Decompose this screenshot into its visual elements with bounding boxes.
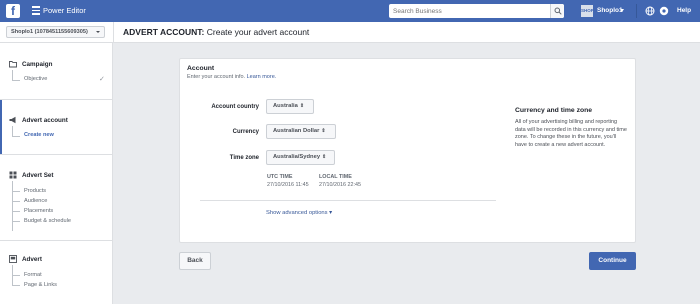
currency-select[interactable]: Australian Dollar ⇕: [266, 124, 336, 139]
sidebar-item-placements[interactable]: Placements: [24, 208, 53, 214]
sidebar-item-advert-set[interactable]: Advert Set: [9, 171, 54, 179]
sidebar-item-create-new[interactable]: Create new: [24, 132, 54, 138]
learn-more-link[interactable]: Learn more.: [247, 74, 277, 80]
account-select-label: Shoplo1 (1078451155609305): [11, 29, 88, 35]
tree-line: [12, 80, 20, 81]
tree-line: [12, 136, 20, 137]
sidebar-item-page-links[interactable]: Page & Links: [24, 282, 57, 288]
chevron-down-icon[interactable]: [620, 9, 624, 12]
chevron-down-icon: ▾: [327, 210, 333, 216]
sidebar-section-advert-account: Advert account Create new: [0, 100, 112, 155]
aside-text: All of your advertising billing and repo…: [515, 119, 627, 148]
divider: [200, 200, 496, 201]
search-input[interactable]: [389, 4, 550, 18]
globe-icon[interactable]: [645, 6, 655, 16]
sidebar-item-products[interactable]: Products: [24, 188, 46, 194]
show-advanced-options-label: Show advanced options: [266, 210, 328, 216]
local-time-heading: LOCAL TIME: [319, 174, 352, 180]
sidebar-item-format[interactable]: Format: [24, 272, 42, 278]
checkmark-icon: ✓: [99, 76, 105, 83]
time-zone-label: Time zone: [229, 155, 259, 161]
utc-time-value: 27/10/2016 11:45: [267, 182, 309, 188]
divider: [113, 22, 114, 43]
sidebar: Campaign Objective ✓ Advert account Crea…: [0, 43, 113, 304]
active-indicator: [0, 100, 2, 154]
facebook-logo-icon[interactable]: f: [6, 4, 20, 18]
tree-line: [12, 70, 13, 80]
utc-time-heading: UTC TIME: [267, 174, 293, 180]
aside-title: Currency and time zone: [515, 107, 593, 114]
page-title-rest: Create your advert account: [204, 27, 310, 37]
updown-arrow-icon: ⇕: [321, 128, 326, 134]
sidebar-section-campaign: Campaign Objective ✓: [0, 43, 112, 100]
updown-arrow-icon: ⇕: [322, 154, 327, 160]
sidebar-section-label: Advert account: [22, 116, 68, 124]
card-subtitle-text: Enter your account info.: [187, 74, 247, 80]
megaphone-icon: [9, 116, 16, 124]
sidebar-item-campaign[interactable]: Campaign: [9, 60, 52, 68]
show-advanced-options-link[interactable]: Show advanced options ▾: [266, 210, 332, 216]
folder-icon: [9, 61, 17, 68]
local-time-value: 27/10/2016 22:45: [319, 182, 361, 188]
account-avatar[interactable]: SHOP: [581, 5, 594, 17]
time-zone-value: Australia/Sydney: [273, 154, 321, 160]
divider: [636, 4, 637, 18]
help-link[interactable]: Help: [677, 7, 691, 14]
currency-label: Currency: [232, 129, 259, 135]
sidebar-item-advert[interactable]: Advert: [9, 255, 42, 263]
tree-line: [12, 181, 13, 231]
sidebar-section-label: Advert: [22, 255, 42, 263]
page-title-bold: ADVERT ACCOUNT:: [123, 27, 205, 37]
sidebar-section-advert: Advert Format Page & Links: [0, 241, 112, 304]
sidebar-item-budget-schedule[interactable]: Budget & schedule: [24, 218, 71, 224]
menu-icon[interactable]: [32, 6, 40, 15]
app-title[interactable]: Power Editor: [43, 6, 86, 15]
card-title: Account: [187, 65, 215, 72]
top-bar: f Power Editor SHOP Shoplo1 Help: [0, 0, 700, 22]
sidebar-section-label: Campaign: [22, 60, 53, 68]
chevron-down-icon: [96, 31, 100, 33]
search-button[interactable]: [550, 4, 564, 18]
account-select[interactable]: Shoplo1 (1078451155609305): [6, 26, 105, 38]
tree-line: [12, 221, 20, 222]
settings-icon[interactable]: [659, 6, 669, 16]
time-zone-select[interactable]: Australia/Sydney ⇕: [266, 150, 335, 165]
sidebar-item-advert-account[interactable]: Advert account: [9, 116, 68, 124]
grid-icon: [9, 171, 17, 179]
advert-icon: [9, 255, 17, 263]
updown-arrow-icon: ⇕: [299, 103, 305, 109]
tree-line: [12, 191, 20, 192]
tree-line: [12, 285, 20, 286]
sidebar-item-objective[interactable]: Objective: [24, 76, 47, 82]
sidebar-section-advert-set: Advert Set Products Audience Placements …: [0, 155, 112, 241]
card-subtitle: Enter your account info. Learn more.: [187, 74, 276, 80]
sidebar-section-label: Advert Set: [22, 171, 54, 179]
account-name[interactable]: Shoplo1: [597, 7, 623, 14]
account-country-select[interactable]: Australia ⇕: [266, 99, 314, 114]
account-country-label: Account country: [211, 104, 259, 110]
tree-line: [12, 126, 13, 136]
sidebar-item-audience[interactable]: Audience: [24, 198, 47, 204]
account-card: Account Enter your account info. Learn m…: [179, 58, 636, 243]
search-box: [389, 4, 564, 18]
tree-line: [12, 275, 20, 276]
continue-button[interactable]: Continue: [589, 252, 636, 270]
header-strip: Shoplo1 (1078451155609305) ADVERT ACCOUN…: [0, 22, 700, 43]
tree-line: [12, 201, 20, 202]
tree-line: [12, 211, 20, 212]
back-button[interactable]: Back: [179, 252, 211, 270]
account-country-value: Australia: [273, 103, 298, 109]
page-title: ADVERT ACCOUNT: Create your advert accou…: [123, 27, 309, 37]
search-icon: [554, 7, 562, 15]
currency-value: Australian Dollar: [273, 128, 320, 134]
